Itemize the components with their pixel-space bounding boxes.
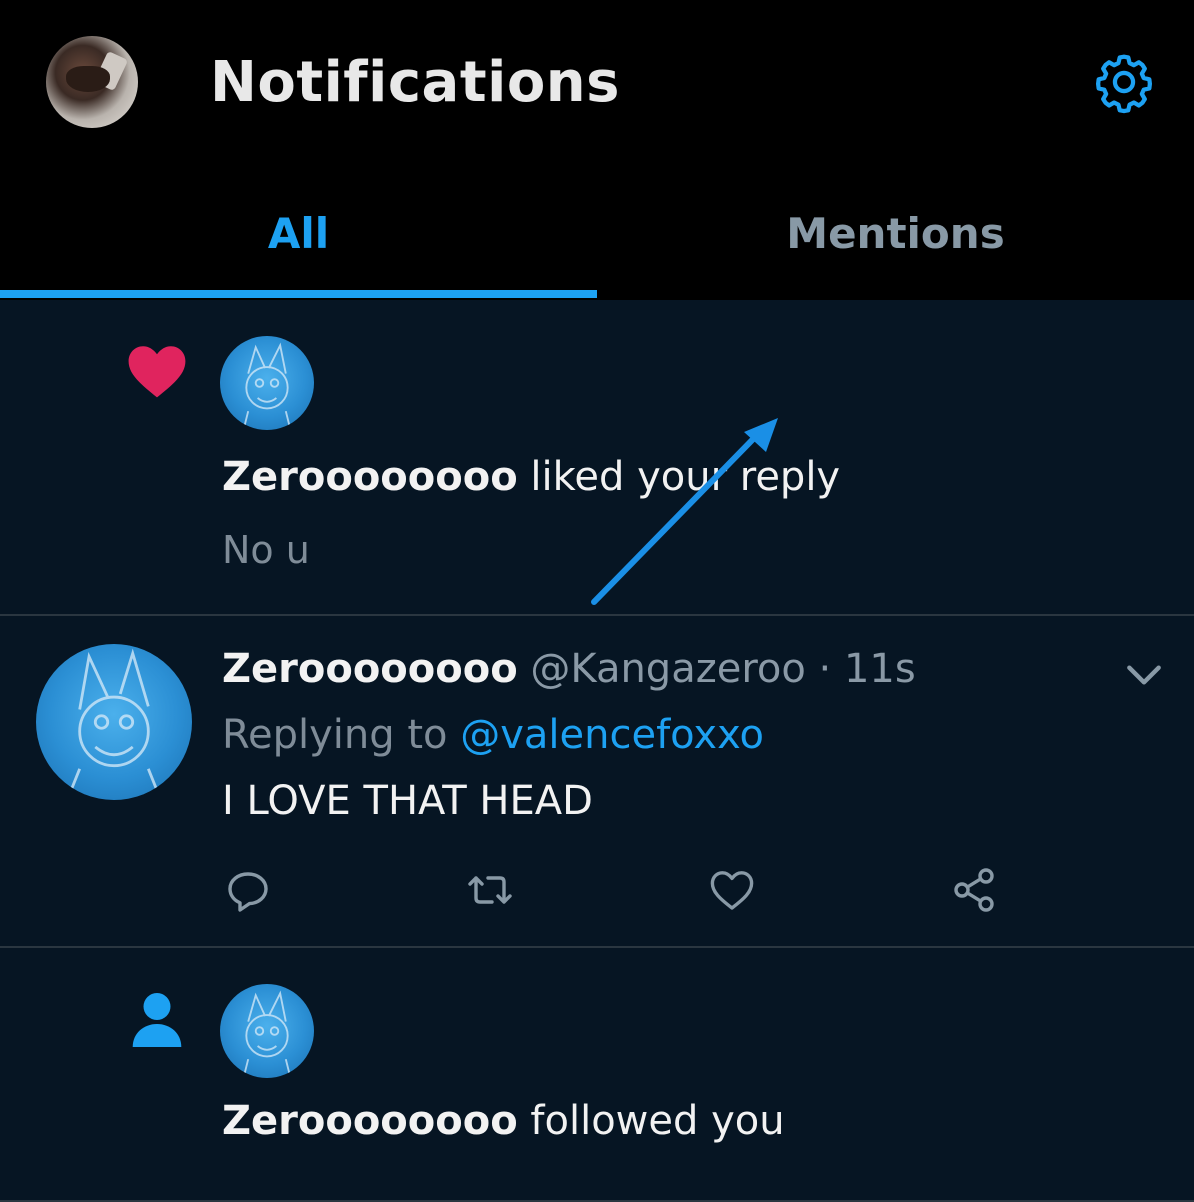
reply-excerpt: No u xyxy=(222,528,310,572)
notification-feed: Zeroooooooo liked your reply No u Zerooo… xyxy=(0,300,1194,1202)
person-icon xyxy=(132,993,182,1047)
avatar[interactable] xyxy=(220,984,314,1078)
notification-text: Zeroooooooo followed you xyxy=(222,1098,785,1144)
sketch-drawing xyxy=(242,342,292,430)
user-name[interactable]: Zeroooooooo xyxy=(222,454,518,500)
user-name[interactable]: Zeroooooooo xyxy=(222,646,518,692)
retweet-icon[interactable] xyxy=(466,866,514,914)
notification-action: liked your reply xyxy=(517,454,841,500)
notification-follow[interactable]: Zeroooooooo followed you xyxy=(0,948,1194,1202)
tweet-text: I LOVE THAT HEAD xyxy=(222,778,593,824)
heart-icon xyxy=(128,346,186,398)
tab-all[interactable]: All xyxy=(0,166,597,300)
notification-action: followed you xyxy=(517,1098,785,1144)
tab-mentions[interactable]: Mentions xyxy=(597,166,1194,300)
active-tab-indicator xyxy=(0,290,597,298)
tweet[interactable]: Zeroooooooo @Kangazeroo · 11s Replying t… xyxy=(0,616,1194,948)
chevron-down-icon[interactable] xyxy=(1122,660,1166,690)
tweet-header: Zeroooooooo @Kangazeroo · 11s xyxy=(222,646,916,692)
replying-to: Replying to @valencefoxxo xyxy=(222,712,764,758)
reply-icon[interactable] xyxy=(224,866,272,914)
sketch-drawing xyxy=(242,990,292,1078)
profile-avatar[interactable] xyxy=(46,36,138,128)
page-title: Notifications xyxy=(210,50,620,115)
top-bar: Notifications xyxy=(0,0,1194,166)
avatar-detail xyxy=(66,66,110,92)
avatar[interactable] xyxy=(36,644,192,800)
mention-link[interactable]: @valencefoxxo xyxy=(460,712,764,758)
notification-tabs: All Mentions xyxy=(0,166,1194,302)
share-icon[interactable] xyxy=(950,866,998,914)
replying-prefix: Replying to xyxy=(222,712,461,758)
user-name[interactable]: Zeroooooooo xyxy=(222,1098,518,1144)
handle-and-time: @Kangazeroo · 11s xyxy=(517,646,916,692)
notification-text: Zeroooooooo liked your reply xyxy=(222,454,840,500)
like-icon[interactable] xyxy=(708,866,756,914)
gear-icon[interactable] xyxy=(1092,50,1156,114)
notification-like[interactable]: Zeroooooooo liked your reply No u xyxy=(0,300,1194,616)
sketch-drawing xyxy=(65,648,163,800)
avatar[interactable] xyxy=(220,336,314,430)
